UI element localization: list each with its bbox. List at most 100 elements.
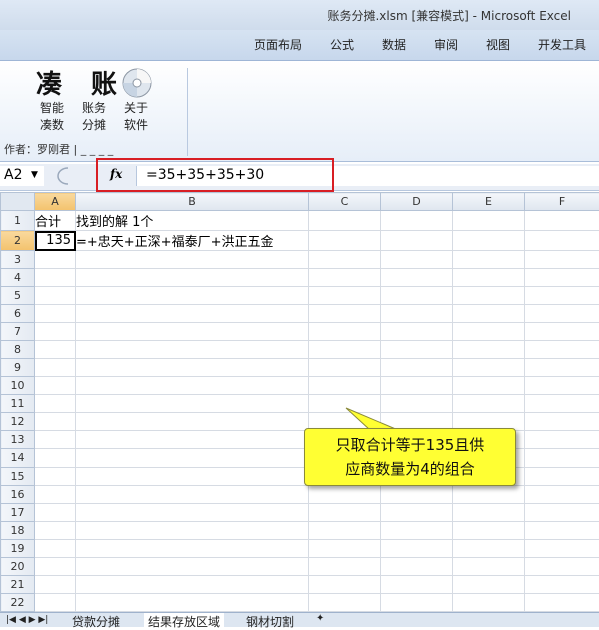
cell[interactable] [381, 231, 453, 251]
tab-developer[interactable]: 开发工具 [538, 36, 586, 53]
tab-data[interactable]: 数据 [382, 36, 406, 53]
cell[interactable] [381, 575, 453, 593]
cell[interactable] [35, 557, 76, 575]
cell[interactable] [309, 323, 381, 341]
sheet-tab-loan[interactable]: 贷款分摊 [72, 613, 120, 630]
column-header-d[interactable]: D [381, 193, 453, 211]
cell[interactable] [453, 251, 525, 269]
cell[interactable] [453, 287, 525, 305]
tab-review[interactable]: 审阅 [434, 36, 458, 53]
cell[interactable] [525, 467, 599, 485]
cell[interactable] [525, 485, 599, 503]
cell[interactable] [35, 377, 76, 395]
cell[interactable] [76, 557, 309, 575]
account-split-button[interactable]: 账务 分摊 [78, 100, 110, 134]
cell[interactable] [525, 521, 599, 539]
smart-fill-button[interactable]: 智能 凑数 [36, 100, 68, 134]
cell[interactable] [525, 449, 599, 467]
cell[interactable] [309, 575, 381, 593]
cell[interactable] [35, 503, 76, 521]
cell[interactable] [35, 395, 76, 413]
sheet-tab-steel[interactable]: 钢材切割 [246, 613, 294, 630]
cell[interactable] [309, 305, 381, 323]
chevron-down-icon[interactable]: ▼ [31, 170, 38, 180]
cell[interactable] [453, 269, 525, 287]
row-header-12[interactable]: 12 [1, 413, 35, 431]
cell[interactable] [76, 521, 309, 539]
cell[interactable] [525, 323, 599, 341]
cell[interactable] [381, 377, 453, 395]
cell[interactable] [35, 251, 76, 269]
cell[interactable] [309, 211, 381, 231]
cell[interactable] [76, 287, 309, 305]
cell[interactable] [309, 377, 381, 395]
tab-page-layout[interactable]: 页面布局 [254, 36, 302, 53]
cell-a2[interactable]: 135 [35, 231, 76, 251]
cell[interactable] [309, 503, 381, 521]
row-header-9[interactable]: 9 [1, 359, 35, 377]
new-sheet-icon[interactable]: ✦ [316, 613, 324, 624]
row-header-19[interactable]: 19 [1, 539, 35, 557]
cell[interactable] [453, 539, 525, 557]
cell[interactable] [525, 305, 599, 323]
row-header-7[interactable]: 7 [1, 323, 35, 341]
cell[interactable] [35, 269, 76, 287]
cell[interactable] [76, 251, 309, 269]
cell[interactable] [309, 485, 381, 503]
cell[interactable] [309, 557, 381, 575]
name-box[interactable]: A2 ▼ [0, 166, 44, 186]
cell[interactable] [525, 377, 599, 395]
cell[interactable] [35, 359, 76, 377]
cell[interactable] [76, 269, 309, 287]
cell[interactable] [453, 305, 525, 323]
cell[interactable] [525, 431, 599, 449]
cell[interactable] [35, 485, 76, 503]
row-header-4[interactable]: 4 [1, 269, 35, 287]
cell[interactable] [76, 341, 309, 359]
row-header-15[interactable]: 15 [1, 467, 35, 485]
cell[interactable] [309, 359, 381, 377]
row-header-22[interactable]: 22 [1, 593, 35, 611]
cell[interactable] [453, 503, 525, 521]
column-header-e[interactable]: E [453, 193, 525, 211]
cell[interactable] [525, 575, 599, 593]
cell[interactable] [76, 503, 309, 521]
cd-disc-icon[interactable] [121, 67, 153, 99]
sheet-tab-results[interactable]: 结果存放区域 [144, 613, 224, 630]
cell[interactable] [76, 575, 309, 593]
row-header-17[interactable]: 17 [1, 503, 35, 521]
row-header-5[interactable]: 5 [1, 287, 35, 305]
row-header-1[interactable]: 1 [1, 211, 35, 231]
row-header-16[interactable]: 16 [1, 485, 35, 503]
about-software-button[interactable]: 关于 软件 [120, 100, 152, 134]
cell-a1[interactable]: 合计 [35, 211, 76, 231]
cell[interactable] [76, 323, 309, 341]
cell[interactable] [309, 593, 381, 611]
cell[interactable] [76, 413, 309, 431]
cell[interactable] [76, 395, 309, 413]
cell[interactable] [381, 485, 453, 503]
cell[interactable] [76, 305, 309, 323]
cell[interactable] [35, 539, 76, 557]
cell[interactable] [35, 413, 76, 431]
cell[interactable] [76, 467, 309, 485]
cell[interactable] [525, 211, 599, 231]
cell[interactable] [76, 593, 309, 611]
cell[interactable] [35, 431, 76, 449]
cell[interactable] [525, 413, 599, 431]
cell[interactable] [453, 341, 525, 359]
cell[interactable] [525, 359, 599, 377]
cell[interactable] [35, 467, 76, 485]
row-header-3[interactable]: 3 [1, 251, 35, 269]
row-header-10[interactable]: 10 [1, 377, 35, 395]
cell[interactable] [453, 231, 525, 251]
cell[interactable] [453, 557, 525, 575]
column-header-c[interactable]: C [309, 193, 381, 211]
cell[interactable] [76, 449, 309, 467]
cell[interactable] [381, 521, 453, 539]
cell[interactable] [453, 395, 525, 413]
cell[interactable] [309, 269, 381, 287]
cell[interactable] [453, 521, 525, 539]
cell[interactable] [381, 503, 453, 521]
cell[interactable] [381, 341, 453, 359]
